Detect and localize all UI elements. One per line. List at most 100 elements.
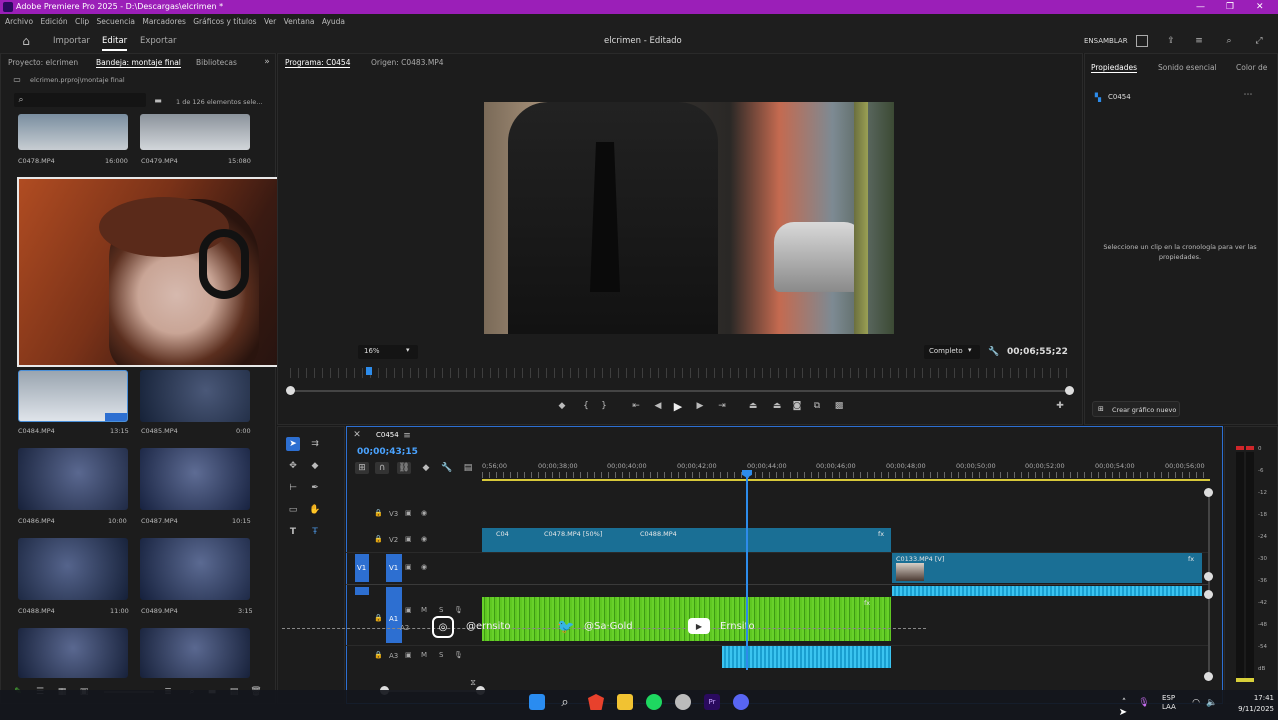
lock-icon[interactable]: 🔒 — [374, 614, 383, 622]
search-input[interactable]: ⌕ — [14, 93, 146, 107]
captions-icon[interactable]: ▤ — [462, 462, 474, 474]
clip-thumb-c0487[interactable] — [140, 448, 250, 510]
mic-icon[interactable]: 🎙 — [454, 606, 463, 614]
minimize-icon[interactable]: — — [1196, 0, 1205, 14]
extract-icon[interactable]: ⏏ — [770, 400, 784, 412]
close-tab-icon[interactable]: ✕ — [352, 430, 362, 440]
tab-programa[interactable]: Programa: C0454 — [285, 58, 351, 68]
audio-clip-a1[interactable] — [482, 597, 891, 641]
solo-button[interactable]: S — [439, 651, 443, 659]
panel-expand-icon[interactable]: » — [262, 56, 272, 68]
tab-exportar[interactable]: Exportar — [140, 29, 177, 53]
clip-thumb-c0489[interactable] — [140, 538, 250, 600]
tab-origen[interactable]: Origen: C0483.MP4 — [371, 58, 444, 67]
add-marker-icon[interactable]: ◆ — [420, 462, 432, 474]
zoom-in-icon[interactable]: ⧖ — [468, 678, 478, 688]
scroll-handle-right[interactable] — [1065, 386, 1074, 395]
work-area-bar[interactable] — [482, 479, 1210, 481]
go-to-in-icon[interactable]: ⇤ — [630, 400, 642, 412]
premiere-taskbar-icon[interactable]: Pr — [704, 694, 720, 710]
new-graphic-button[interactable]: ⊞ Crear gráfico nuevo — [1092, 401, 1180, 417]
discord-icon[interactable] — [733, 694, 749, 710]
program-playhead[interactable] — [366, 367, 372, 375]
camera-icon[interactable]: ◙ — [790, 400, 804, 412]
ripple-edit-icon[interactable]: ⊢ — [286, 481, 300, 495]
timeline-playhead[interactable] — [746, 470, 748, 670]
sync-lock-icon[interactable]: ▣ — [405, 651, 412, 659]
volume-icon[interactable]: 🔈 — [1206, 697, 1218, 709]
selection-tool-icon[interactable]: ➤ — [286, 437, 300, 451]
menu-marcadores[interactable]: Marcadores — [142, 17, 186, 26]
tab-bibliotecas[interactable]: Bibliotecas — [196, 58, 237, 67]
source-patch-a1[interactable] — [355, 587, 369, 595]
quality-dropdown[interactable]: Completo ▾ — [924, 345, 980, 359]
go-to-out-icon[interactable]: ⇥ — [716, 400, 728, 412]
clip-thumb-c0484[interactable] — [18, 370, 128, 422]
search-icon[interactable]: ⌕ — [1222, 33, 1236, 49]
eye-icon[interactable]: ◉ — [421, 563, 427, 571]
rectangle-tool-icon[interactable]: ▭ — [286, 503, 300, 517]
lock-icon[interactable]: 🔒 — [374, 535, 383, 543]
search-icon[interactable]: ⌕ — [557, 694, 573, 710]
track-select-icon[interactable]: ⇉ — [308, 437, 322, 451]
tab-proyecto[interactable]: Proyecto: elcrimen — [8, 58, 78, 67]
wifi-icon[interactable]: ◠ — [1190, 697, 1202, 709]
scroll-handle-left[interactable] — [286, 386, 295, 395]
clip-thumb[interactable] — [140, 628, 250, 678]
windows-start-icon[interactable] — [529, 694, 545, 710]
linked-selection-icon[interactable]: ⛓ — [397, 462, 411, 474]
mute-button[interactable]: M — [421, 606, 427, 614]
vscroll-handle[interactable] — [1204, 672, 1213, 681]
program-scrollbar[interactable] — [290, 390, 1070, 392]
menu-icon[interactable]: ≡ — [1192, 33, 1206, 49]
mark-in-icon[interactable]: { — [580, 400, 592, 412]
eye-icon[interactable]: ◉ — [421, 509, 427, 517]
clip-thumb[interactable] — [18, 628, 128, 678]
type-tool-icon[interactable]: T — [286, 525, 300, 539]
mic-icon[interactable]: 🎙 — [1138, 697, 1150, 709]
lock-icon[interactable]: 🔒 — [374, 509, 383, 517]
menu-ayuda[interactable]: Ayuda — [322, 17, 345, 26]
vscroll-handle[interactable] — [1204, 488, 1213, 497]
zoom-dropdown[interactable]: 16% ▾ — [358, 345, 418, 359]
spotify-icon[interactable] — [646, 694, 662, 710]
clip-thumb-c0486[interactable] — [18, 448, 128, 510]
sync-lock-icon[interactable]: ▣ — [405, 606, 412, 614]
menu-edicion[interactable]: Edición — [40, 17, 67, 26]
fullscreen-icon[interactable]: ⤢ — [1252, 33, 1266, 49]
mute-button[interactable]: M — [421, 651, 427, 659]
mic-icon[interactable]: 🎙 — [454, 651, 463, 659]
sync-lock-icon[interactable]: ▣ — [405, 509, 412, 517]
wrench-icon[interactable]: 🔧 — [988, 346, 1000, 358]
menu-archivo[interactable]: Archivo — [5, 17, 33, 26]
mark-out-icon[interactable]: } — [598, 400, 610, 412]
razor-tool-icon[interactable]: ◆ — [308, 459, 322, 473]
menu-ventana[interactable]: Ventana — [284, 17, 315, 26]
menu-ver[interactable]: Ver — [264, 17, 276, 26]
upload-icon[interactable]: ⇪ — [1164, 33, 1178, 49]
chrome-icon[interactable] — [675, 694, 691, 710]
tab-bandeja[interactable]: Bandeja: montaje final — [96, 58, 181, 68]
vscroll-handle[interactable] — [1204, 572, 1213, 581]
clip-thumb-c0485[interactable] — [140, 370, 250, 422]
step-back-icon[interactable]: ◀ — [652, 400, 664, 412]
vscroll-handle[interactable] — [1204, 590, 1213, 599]
wrench-icon[interactable]: 🔧 — [441, 462, 453, 474]
sync-lock-icon[interactable]: ▣ — [405, 563, 412, 571]
menu-graficos[interactable]: Gráficos y títulos — [193, 17, 256, 26]
timeline-vscroll[interactable] — [1208, 492, 1210, 678]
add-button-icon[interactable]: ✚ — [1054, 400, 1066, 412]
tab-importar[interactable]: Importar — [53, 29, 90, 53]
audio-clip-a1-right[interactable] — [892, 586, 1202, 596]
multicam-icon[interactable]: ▩ — [832, 400, 846, 412]
new-bin-icon[interactable]: ▬ — [153, 95, 163, 105]
nest-icon[interactable]: ⊞ — [355, 462, 369, 474]
file-explorer-icon[interactable] — [617, 694, 633, 710]
sequence-tab[interactable]: C0454 — [376, 431, 399, 439]
marker-icon[interactable]: ◆ — [556, 400, 568, 412]
pen-tool-icon[interactable]: ✒ — [308, 481, 322, 495]
maximize-icon[interactable]: ❐ — [1226, 0, 1234, 14]
move-tool-icon[interactable]: ✥ — [286, 459, 300, 473]
language-indicator[interactable]: ESP LAA — [1162, 694, 1186, 712]
ensamblar-button[interactable]: ENSAMBLAR — [1084, 29, 1128, 53]
